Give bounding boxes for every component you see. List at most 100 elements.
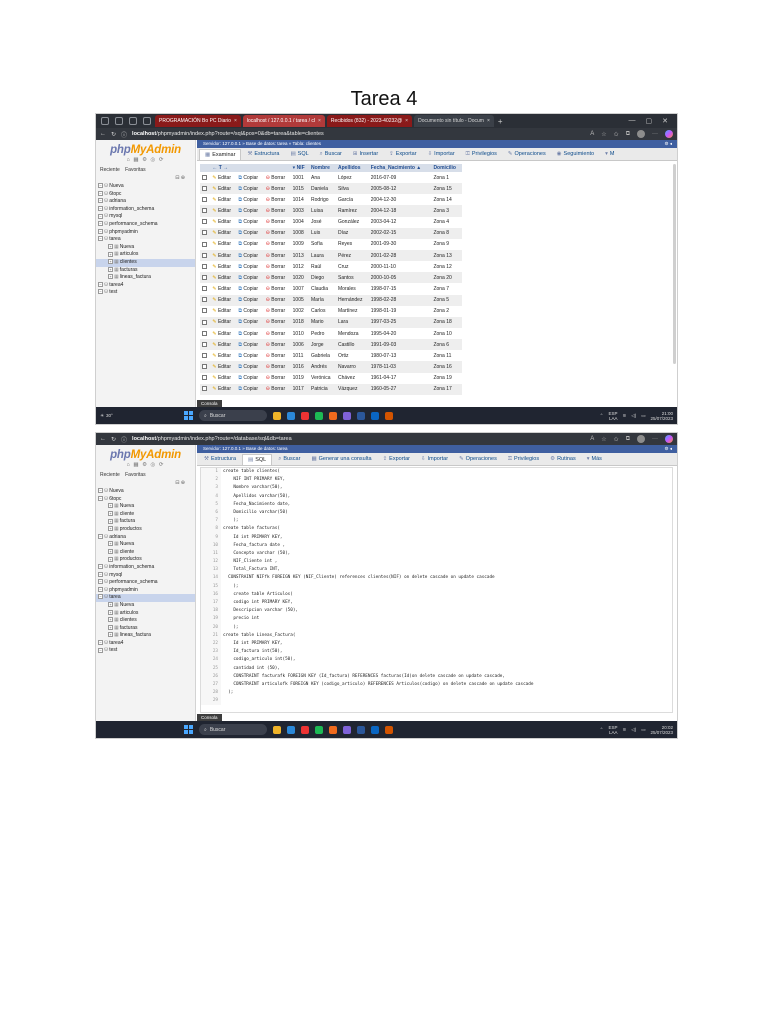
- tab-estructura[interactable]: ⚒ Estructura: [199, 454, 241, 465]
- language-indicator[interactable]: ESP LAA: [608, 725, 617, 735]
- delete-button[interactable]: ⊖ Borrar: [263, 227, 291, 239]
- clock[interactable]: 20:02 25/07/2023: [650, 725, 673, 735]
- expand-toggle-icon[interactable]: +: [108, 510, 113, 516]
- tree-item[interactable]: + ▦factura: [96, 518, 195, 526]
- expand-toggle-icon[interactable]: +: [108, 624, 113, 630]
- tray-chevron-icon[interactable]: ⌃: [600, 413, 604, 419]
- word-icon[interactable]: [357, 411, 365, 420]
- copy-button[interactable]: ⧉ Copiar: [236, 194, 264, 206]
- tab-rutinas[interactable]: ⚙ Rutinas: [545, 454, 581, 465]
- battery-icon[interactable]: ▭: [641, 413, 645, 419]
- volume-icon[interactable]: ◁): [631, 727, 636, 733]
- tree-item[interactable]: − ⛁adriana: [96, 534, 195, 542]
- row-checkbox[interactable]: [202, 308, 207, 314]
- edit-button[interactable]: ✎ Editar: [210, 305, 237, 317]
- firefox-icon[interactable]: [329, 411, 337, 420]
- tab-sql[interactable]: ▤ SQL: [242, 454, 273, 465]
- wifi-icon[interactable]: ≋: [622, 413, 626, 419]
- battery-icon[interactable]: ▭: [641, 727, 645, 733]
- workspaces-icon[interactable]: [115, 117, 123, 125]
- expand-toggle-icon[interactable]: −: [98, 198, 103, 204]
- windows-start-icon[interactable]: [184, 725, 193, 734]
- read-aloud-icon[interactable]: A: [590, 436, 594, 442]
- expand-toggle-icon[interactable]: −: [98, 640, 103, 646]
- collapse-expand-icons[interactable]: ⊟ ⊕: [96, 480, 195, 486]
- recent-link[interactable]: Reciente: [100, 167, 120, 173]
- tree-item[interactable]: − ⛁adriana: [96, 198, 195, 206]
- tree-item[interactable]: − ⛁performance_schema: [96, 221, 195, 229]
- delete-button[interactable]: ⊖ Borrar: [263, 194, 291, 206]
- console-tab[interactable]: Consola: [197, 714, 222, 721]
- expand-toggle-icon[interactable]: −: [98, 579, 103, 585]
- favorites-link[interactable]: Favoritas: [125, 472, 146, 478]
- phpmyadmin-logo[interactable]: phpMyAdmin: [96, 144, 195, 156]
- clock[interactable]: 21:00 25/07/2023: [650, 411, 673, 421]
- tab-m[interactable]: ▾ M: [600, 149, 619, 160]
- firefox-icon[interactable]: [329, 725, 337, 734]
- settings-gear-icon[interactable]: ⚙ ◂: [664, 140, 672, 148]
- tree-item[interactable]: + ▦productos: [96, 556, 195, 564]
- edge-icon[interactable]: [287, 725, 295, 734]
- favorites-link[interactable]: Favoritas: [125, 167, 146, 173]
- new-tab-icon[interactable]: +: [498, 117, 503, 126]
- minimize-icon[interactable]: —: [629, 117, 636, 125]
- delete-button[interactable]: ⊖ Borrar: [263, 305, 291, 317]
- language-indicator[interactable]: ESP LAA: [608, 411, 617, 421]
- expand-toggle-icon[interactable]: −: [98, 236, 103, 242]
- browser-tab-4[interactable]: Documento sin título - Docum ×: [414, 115, 494, 127]
- expand-toggle-icon[interactable]: +: [108, 617, 113, 623]
- windows-start-icon[interactable]: [184, 411, 193, 420]
- delete-button[interactable]: ⊖ Borrar: [263, 283, 291, 295]
- tree-item[interactable]: − ⛁test: [96, 647, 195, 655]
- tree-item[interactable]: − ⛁test: [96, 289, 195, 297]
- edit-button[interactable]: ✎ Editar: [210, 283, 237, 295]
- delete-button[interactable]: ⊖ Borrar: [263, 183, 291, 195]
- expand-toggle-icon[interactable]: +: [108, 548, 113, 554]
- expand-toggle-icon[interactable]: +: [108, 541, 113, 547]
- edit-button[interactable]: ✎ Editar: [210, 227, 237, 239]
- row-checkbox[interactable]: [202, 208, 207, 214]
- nav-quick-icons[interactable]: ⌂ ▦ ⚙ ◎ ⟳: [96, 462, 195, 468]
- expand-toggle-icon[interactable]: −: [98, 228, 103, 234]
- weather-widget[interactable]: ☀ 30°: [100, 413, 180, 419]
- phpmyadmin-logo[interactable]: phpMyAdmin: [96, 449, 195, 461]
- taskbar-search[interactable]: ⌕ Buscar: [199, 724, 267, 735]
- tab-operaciones[interactable]: ✎ Operaciones: [503, 149, 551, 160]
- tab-privilegios[interactable]: ⚿ Privilegios: [461, 149, 502, 160]
- expand-toggle-icon[interactable]: −: [98, 183, 103, 189]
- tab-más[interactable]: ▾ Más: [582, 454, 607, 465]
- favorites-icon[interactable]: ✩: [614, 131, 619, 138]
- row-checkbox[interactable]: [202, 330, 207, 336]
- column-header-apellidos[interactable]: Apellidos: [336, 164, 369, 172]
- word-icon[interactable]: [357, 725, 365, 734]
- tab-seguimiento[interactable]: ◉ Seguimiento: [552, 149, 599, 160]
- row-checkbox[interactable]: [202, 341, 207, 347]
- spotify-icon[interactable]: [315, 411, 323, 420]
- edit-button[interactable]: ✎ Editar: [210, 372, 237, 384]
- wifi-icon[interactable]: ≋: [622, 727, 626, 733]
- row-checkbox[interactable]: [202, 297, 207, 303]
- copy-button[interactable]: ⧉ Copiar: [236, 238, 264, 250]
- column-header-nif[interactable]: ▾ NIF: [290, 164, 310, 172]
- tree-item[interactable]: + ▦Nueva: [96, 244, 195, 252]
- expand-toggle-icon[interactable]: −: [98, 564, 103, 570]
- url-field[interactable]: localhost/phpmyadmin/index.php?route=/da…: [132, 436, 292, 442]
- copy-button[interactable]: ⧉ Copiar: [236, 272, 264, 284]
- back-icon[interactable]: ←: [100, 131, 106, 137]
- row-checkbox[interactable]: [202, 252, 207, 258]
- collections-icon[interactable]: ⧉: [626, 131, 630, 138]
- tree-item[interactable]: − ⛁information_schema: [96, 206, 195, 214]
- delete-button[interactable]: ⊖ Borrar: [263, 272, 291, 284]
- youtube-icon[interactable]: [301, 725, 309, 734]
- tree-item[interactable]: − ⛁mysql: [96, 572, 195, 580]
- edit-button[interactable]: ✎ Editar: [210, 350, 237, 362]
- recent-link[interactable]: Reciente: [100, 472, 120, 478]
- edit-button[interactable]: ✎ Editar: [210, 361, 237, 373]
- delete-button[interactable]: ⊖ Borrar: [263, 172, 291, 184]
- expand-toggle-icon[interactable]: +: [108, 526, 113, 532]
- more-icon[interactable]: ···: [652, 131, 658, 137]
- tree-item[interactable]: + ▦facturas: [96, 625, 195, 633]
- tab-estructura[interactable]: ⚒ Estructura: [242, 149, 284, 160]
- collections-icon[interactable]: ⧉: [626, 436, 630, 443]
- delete-button[interactable]: ⊖ Borrar: [263, 372, 291, 384]
